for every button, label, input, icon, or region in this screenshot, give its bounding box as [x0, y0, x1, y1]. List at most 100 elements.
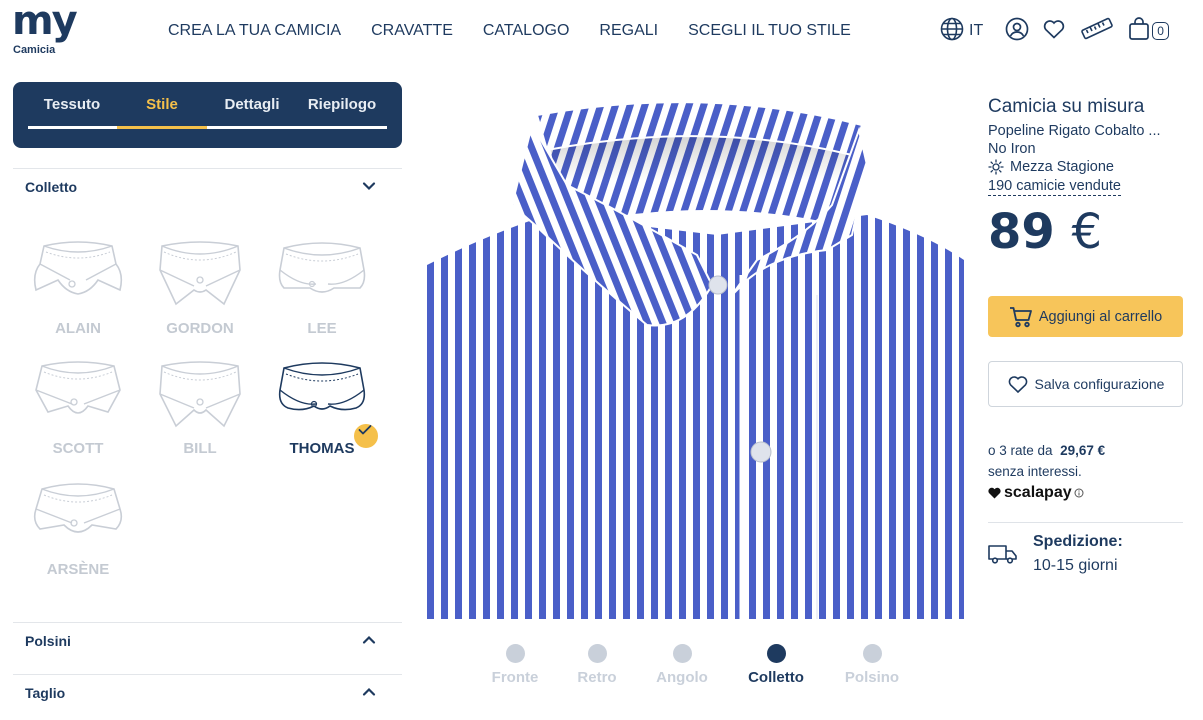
collar-label: ARSÈNE — [46, 561, 110, 578]
header-tools: IT 0 — [940, 16, 1169, 47]
tab-dettagli[interactable]: Dettagli — [207, 96, 297, 113]
cart-icon — [1009, 306, 1032, 327]
section-fit-header[interactable]: Taglio — [13, 674, 402, 710]
collar-label: BILL — [183, 440, 217, 457]
chevron-down-icon — [362, 182, 376, 191]
shipping-title: Spedizione: — [1033, 533, 1123, 550]
divider — [988, 522, 1183, 523]
product-sold-count[interactable]: 190 camicie vendute — [988, 178, 1121, 196]
shopping-bag-icon — [1128, 16, 1150, 46]
product-season-label: Mezza Stagione — [1010, 159, 1114, 175]
nav-item-stile[interactable]: SCEGLI IL TUO STILE — [688, 22, 851, 40]
view-dot — [505, 644, 525, 663]
view-label: Retro — [577, 669, 617, 686]
tab-riepilogo[interactable]: Riepilogo — [297, 96, 387, 113]
ruler-icon — [1080, 16, 1114, 47]
product-season: Mezza Stagione — [988, 159, 1188, 175]
language-switch[interactable]: IT — [940, 17, 983, 46]
collar-label: LEE — [307, 320, 337, 337]
add-to-cart-button[interactable]: Aggiungi al carrello — [988, 296, 1183, 337]
view-fronte[interactable]: Fronte — [470, 644, 560, 686]
section-cuffs-title: Polsini — [25, 633, 71, 649]
heart-icon — [1042, 17, 1066, 46]
collar-option-lee[interactable]: LEE — [272, 240, 372, 350]
collar-gordon-icon — [159, 241, 241, 306]
user-icon — [1005, 17, 1029, 46]
section-cuffs-header[interactable]: Polsini — [13, 622, 402, 658]
collar-option-gordon[interactable]: GORDON — [150, 240, 250, 350]
installments-suffix: senza interessi. — [988, 464, 1082, 479]
view-retro[interactable]: Retro — [552, 644, 642, 686]
cart-count-badge: 0 — [1152, 22, 1169, 40]
view-polsino[interactable]: Polsino — [827, 644, 917, 686]
scalapay-heart-icon — [988, 487, 1001, 499]
view-label: Angolo — [656, 669, 708, 686]
chevron-up-icon — [362, 635, 376, 644]
collar-option-bill[interactable]: BILL — [150, 360, 250, 470]
view-label: Polsino — [844, 669, 900, 686]
price-currency: € — [1071, 204, 1103, 260]
size-guide-button[interactable] — [1080, 16, 1114, 47]
cart-button[interactable]: 0 — [1128, 16, 1169, 46]
scalapay-logo[interactable]: scalapay — [988, 484, 1084, 502]
collar-label: SCOTT — [52, 440, 104, 457]
section-collar-header[interactable]: Colletto — [13, 168, 402, 204]
installments-info: o 3 rate da 29,67 € senza interessi. — [988, 440, 1188, 482]
check-icon — [358, 425, 372, 435]
scalapay-label: scalapay — [1004, 484, 1072, 501]
section-fit-title: Taglio — [25, 685, 66, 701]
nav-item-cravatte[interactable]: CRAVATTE — [371, 22, 453, 40]
logo-sub-text: Camicia — [13, 44, 56, 56]
snowflake-sun-icon — [988, 159, 1004, 175]
installments-amount: 29,67 € — [1060, 443, 1106, 458]
view-angolo[interactable]: Angolo — [637, 644, 727, 686]
account-button[interactable] — [1005, 17, 1029, 46]
product-title: Camicia su misura — [988, 96, 1145, 117]
nav-item-catalogo[interactable]: CATALOGO — [483, 22, 570, 40]
view-dot — [766, 644, 786, 663]
collar-option-arsene[interactable]: ARSÈNE — [28, 481, 128, 591]
collar-option-thomas[interactable]: THOMAS — [272, 360, 380, 470]
brand-logo[interactable]: my Camicia — [12, 0, 92, 56]
nav-item-regali[interactable]: REGALI — [599, 22, 658, 40]
tab-stile[interactable]: Stile — [117, 96, 207, 113]
tab-active-indicator — [117, 126, 207, 129]
add-to-cart-label: Aggiungi al carrello — [1038, 308, 1163, 325]
view-selector: Fronte Retro Angolo Colletto Polsino — [470, 644, 940, 694]
collar-bill-icon — [159, 361, 241, 428]
collar-thomas-icon — [278, 362, 366, 411]
price-value: 89 — [988, 204, 1055, 260]
shirt-preview-image — [427, 85, 964, 619]
wishlist-button[interactable] — [1042, 17, 1066, 46]
language-label: IT — [969, 22, 984, 39]
collar-label: ALAIN — [55, 320, 101, 337]
view-label: Fronte — [491, 669, 539, 686]
configurator-tabs: Tessuto Stile Dettagli Riepilogo — [13, 82, 402, 148]
view-dot — [862, 644, 882, 663]
truck-icon — [988, 545, 1017, 564]
info-icon[interactable] — [1074, 488, 1084, 498]
section-collar-title: Colletto — [25, 179, 78, 195]
collar-lee-icon — [278, 242, 366, 293]
save-config-button[interactable]: Salva configurazione — [988, 361, 1183, 407]
product-treatment: No Iron — [988, 141, 1036, 157]
installments-prefix: o 3 rate da — [988, 443, 1053, 458]
product-panel: Camicia su misura Popeline Rigato Cobalt… — [988, 96, 1188, 574]
main-nav: CREA LA TUA CAMICIA CRAVATTE CATALOGO RE… — [168, 22, 851, 40]
view-dot — [587, 644, 607, 663]
collar-label: GORDON — [166, 320, 234, 337]
chevron-up-icon — [362, 687, 376, 696]
selected-check-badge — [352, 422, 380, 450]
nav-item-crea[interactable]: CREA LA TUA CAMICIA — [168, 22, 341, 40]
view-label: Colletto — [748, 669, 804, 686]
collar-option-scott[interactable]: SCOTT — [28, 360, 128, 470]
collar-option-alain[interactable]: ALAIN — [28, 240, 128, 350]
logo-main-text: my — [12, 0, 78, 44]
globe-icon — [940, 17, 964, 46]
view-colletto[interactable]: Colletto — [731, 644, 821, 686]
tab-tessuto[interactable]: Tessuto — [27, 96, 117, 113]
product-fabric: Popeline Rigato Cobalto ... — [988, 123, 1161, 139]
tab-track — [28, 126, 387, 129]
collar-arsene-icon — [33, 483, 123, 533]
save-config-label: Salva configurazione — [1034, 376, 1165, 392]
